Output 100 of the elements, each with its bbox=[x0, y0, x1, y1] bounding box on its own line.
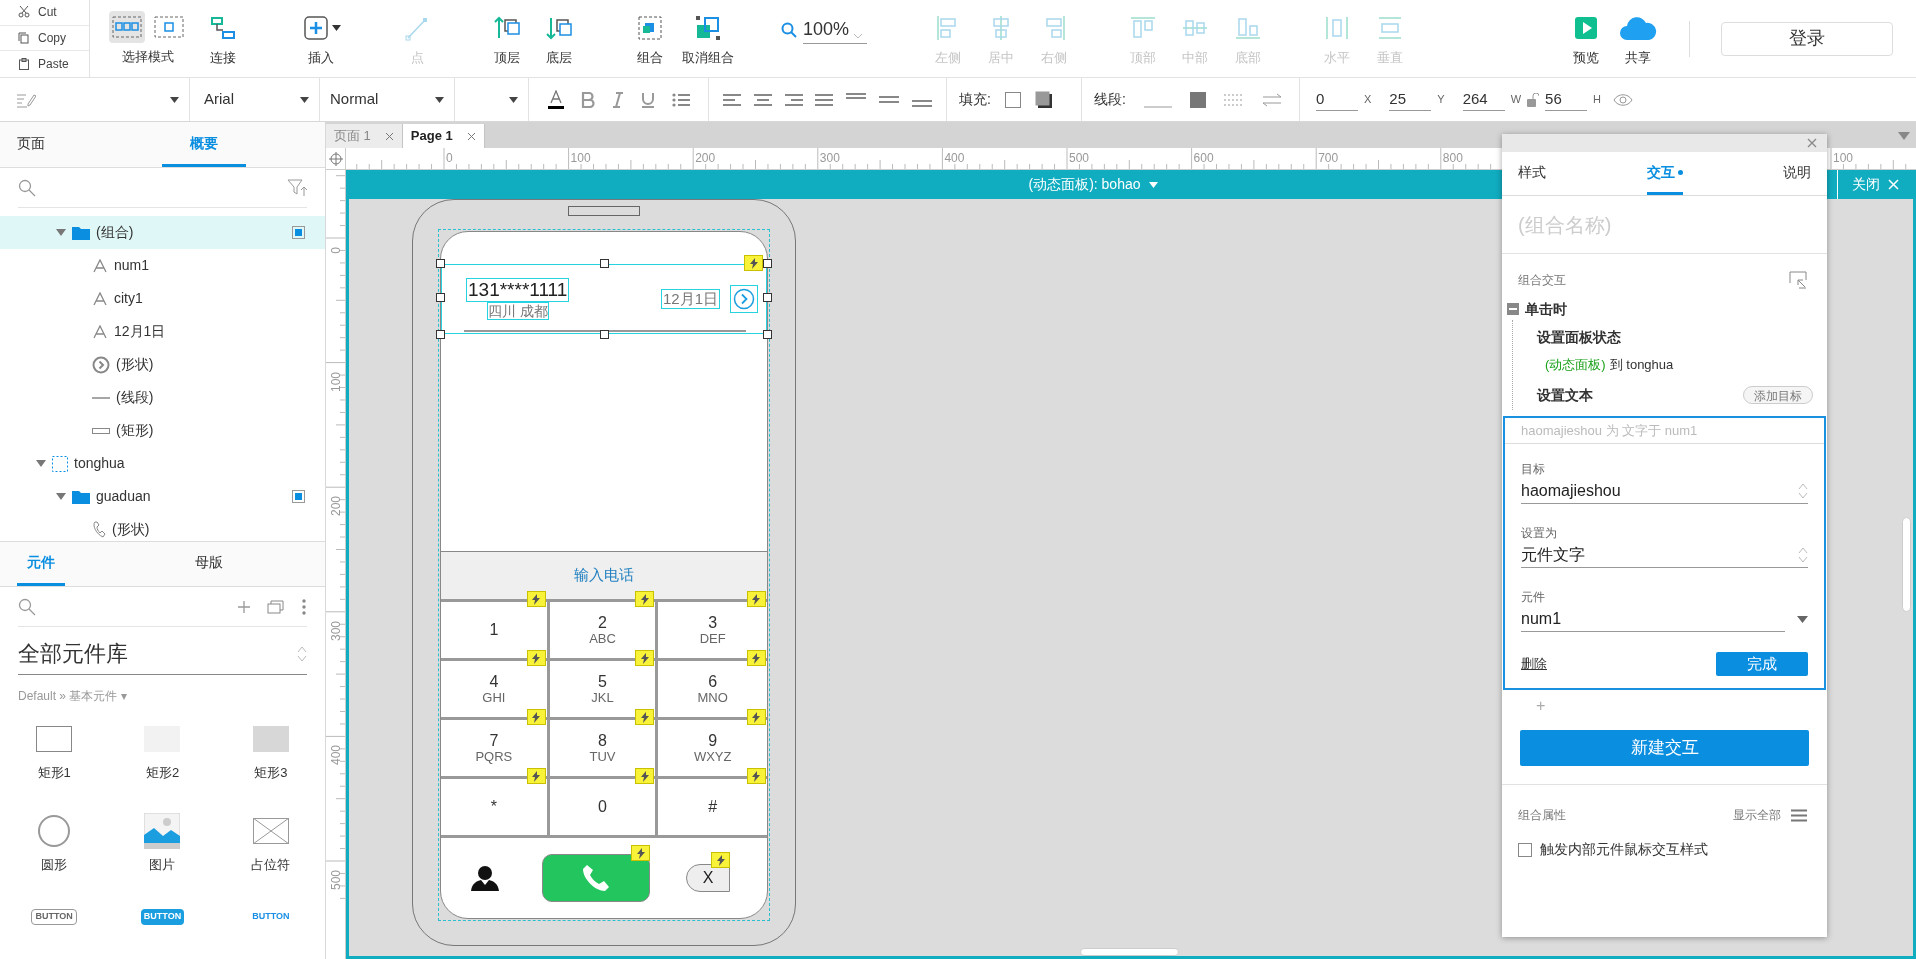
outline-item[interactable]: 12月1日 bbox=[0, 315, 325, 348]
copy-button[interactable]: Copy bbox=[0, 25, 89, 52]
select-field[interactable]: haomajieshou bbox=[1521, 478, 1808, 504]
add-icon[interactable] bbox=[237, 599, 251, 614]
resize-handle[interactable] bbox=[600, 259, 609, 268]
resize-handle[interactable] bbox=[763, 293, 772, 302]
circle-widget-icon[interactable] bbox=[38, 815, 71, 847]
toolbar-button[interactable]: 插入 bbox=[291, 9, 351, 68]
resize-handle[interactable] bbox=[436, 330, 445, 339]
outline-item[interactable]: num1 bbox=[0, 249, 325, 282]
toolbar-button[interactable]: 共享 bbox=[1612, 9, 1664, 68]
placeholder-widget-icon[interactable] bbox=[252, 818, 289, 844]
text-color-icon[interactable] bbox=[547, 89, 564, 110]
new-interaction-button[interactable]: 新建交互 bbox=[1520, 730, 1809, 766]
lock-icon[interactable] bbox=[1527, 92, 1540, 107]
geometry-field[interactable]: 264 bbox=[1462, 87, 1505, 112]
outline-item[interactable]: city1 bbox=[0, 282, 325, 315]
outline-item[interactable]: (形状) bbox=[0, 348, 325, 381]
vertical-scrollbar[interactable] bbox=[1902, 517, 1911, 612]
delete-key[interactable]: X bbox=[686, 864, 730, 892]
line-weight-swatch[interactable] bbox=[1189, 91, 1206, 108]
inspector-tab[interactable]: 交互 bbox=[1646, 152, 1683, 195]
multi-select-mode-button[interactable] bbox=[109, 10, 145, 43]
toolbar-button[interactable]: 预览 bbox=[1560, 9, 1612, 68]
toolbar-button[interactable]: 底层 bbox=[533, 9, 585, 68]
fill-color-swatch[interactable] bbox=[1004, 91, 1021, 108]
select-field[interactable]: 元件文字 bbox=[1521, 542, 1808, 568]
resize-handle[interactable] bbox=[763, 259, 772, 268]
login-button[interactable]: 登录 bbox=[1721, 21, 1893, 56]
close-icon[interactable] bbox=[466, 131, 476, 141]
geometry-field[interactable]: 25 bbox=[1389, 87, 1432, 112]
caret-icon[interactable] bbox=[1898, 132, 1910, 140]
align-center-icon[interactable] bbox=[754, 92, 773, 107]
geometry-field[interactable]: 56 bbox=[1545, 87, 1588, 112]
expand-triangle-icon[interactable] bbox=[36, 459, 46, 468]
action-title[interactable]: 设置面板状态 bbox=[1537, 326, 1621, 348]
action-title[interactable]: 设置文本 bbox=[1537, 384, 1593, 406]
outline-item[interactable]: (形状) bbox=[0, 513, 325, 541]
action-detail[interactable]: (动态面板) 到 tonghua bbox=[1545, 352, 1827, 378]
font-dropdown[interactable]: Arial bbox=[190, 78, 320, 121]
outline-item[interactable]: guaduan bbox=[0, 480, 325, 513]
resize-handle[interactable] bbox=[436, 259, 445, 268]
italic-icon[interactable] bbox=[611, 91, 624, 108]
outline-item[interactable]: (矩形) bbox=[0, 414, 325, 447]
search-icon[interactable] bbox=[18, 178, 36, 197]
zoom-dropdown[interactable]: 100% bbox=[803, 15, 868, 44]
close-icon[interactable] bbox=[384, 131, 394, 141]
checkbox[interactable] bbox=[1518, 842, 1532, 857]
menu-icon[interactable] bbox=[1791, 808, 1807, 822]
outline-item[interactable]: tonghua bbox=[0, 447, 325, 480]
close-icon[interactable] bbox=[1807, 138, 1817, 148]
resize-handle[interactable] bbox=[763, 330, 772, 339]
align-left-icon[interactable] bbox=[723, 92, 742, 107]
eye-icon[interactable] bbox=[1613, 92, 1634, 107]
add-target-button[interactable]: 添加目标 bbox=[1743, 386, 1813, 404]
call-record-row[interactable]: 131****1111 四川 成都 12月1日 bbox=[441, 264, 767, 334]
inspector-tab[interactable]: 样式 bbox=[1518, 152, 1546, 195]
library-stack-icon[interactable] bbox=[267, 599, 285, 614]
bold-icon[interactable] bbox=[580, 91, 595, 108]
align-right-icon[interactable] bbox=[784, 92, 803, 107]
show-all-link[interactable]: 显示全部 bbox=[1733, 806, 1781, 824]
geometry-field[interactable]: 0 bbox=[1316, 87, 1358, 112]
call-button[interactable] bbox=[542, 854, 650, 902]
collapse-toggle[interactable] bbox=[1507, 303, 1519, 315]
panel-tab[interactable]: 母版 bbox=[189, 542, 229, 586]
expand-triangle-icon[interactable] bbox=[56, 492, 66, 501]
cut-button[interactable]: Cut bbox=[0, 0, 89, 26]
contact-icon[interactable] bbox=[471, 865, 499, 891]
toolbar-button[interactable]: 连接 bbox=[197, 9, 249, 68]
toolbar-button[interactable]: 组合 bbox=[624, 9, 676, 68]
input-phone-bar[interactable]: 输入电话 bbox=[441, 551, 767, 599]
toolbar-button[interactable]: 取消组合 bbox=[676, 9, 740, 68]
event-label[interactable]: 单击时 bbox=[1525, 298, 1567, 320]
widget-dropdown[interactable]: num1 bbox=[1521, 606, 1785, 632]
outline-item[interactable]: (组合) bbox=[0, 216, 325, 249]
panel-tab[interactable]: 页面 bbox=[0, 122, 80, 167]
shadow-swatch-icon[interactable] bbox=[1034, 90, 1053, 109]
outline-item[interactable]: (线段) bbox=[0, 381, 325, 414]
arrow-style-icon[interactable] bbox=[1261, 92, 1282, 107]
toolbar-button[interactable]: 顶层 bbox=[481, 9, 533, 68]
page-tab[interactable]: Page 1 bbox=[402, 124, 485, 148]
justify-icon[interactable] bbox=[815, 92, 834, 107]
resize-handle[interactable] bbox=[600, 330, 609, 339]
font-weight-dropdown[interactable]: Normal bbox=[320, 78, 455, 121]
horizontal-scrollbar[interactable] bbox=[1080, 948, 1179, 956]
done-button[interactable]: 完成 bbox=[1716, 652, 1808, 676]
bullet-list-icon[interactable] bbox=[671, 92, 690, 107]
delete-link[interactable]: 删除 bbox=[1521, 654, 1547, 674]
chevron-circle-icon[interactable] bbox=[730, 285, 758, 313]
image-widget-icon[interactable] bbox=[144, 813, 181, 849]
paste-button[interactable]: Paste bbox=[0, 51, 89, 77]
search-icon[interactable] bbox=[18, 597, 36, 616]
inspector-tab[interactable]: 说明 bbox=[1783, 152, 1811, 195]
library-select[interactable]: 全部元件库 bbox=[18, 633, 307, 675]
underline-icon[interactable] bbox=[640, 91, 655, 108]
filter-icon[interactable] bbox=[287, 178, 307, 197]
expand-corner-icon[interactable] bbox=[1789, 271, 1807, 289]
rectangle-widget-icon[interactable] bbox=[36, 726, 73, 752]
expand-triangle-icon[interactable] bbox=[56, 228, 66, 237]
more-icon[interactable] bbox=[301, 598, 307, 615]
